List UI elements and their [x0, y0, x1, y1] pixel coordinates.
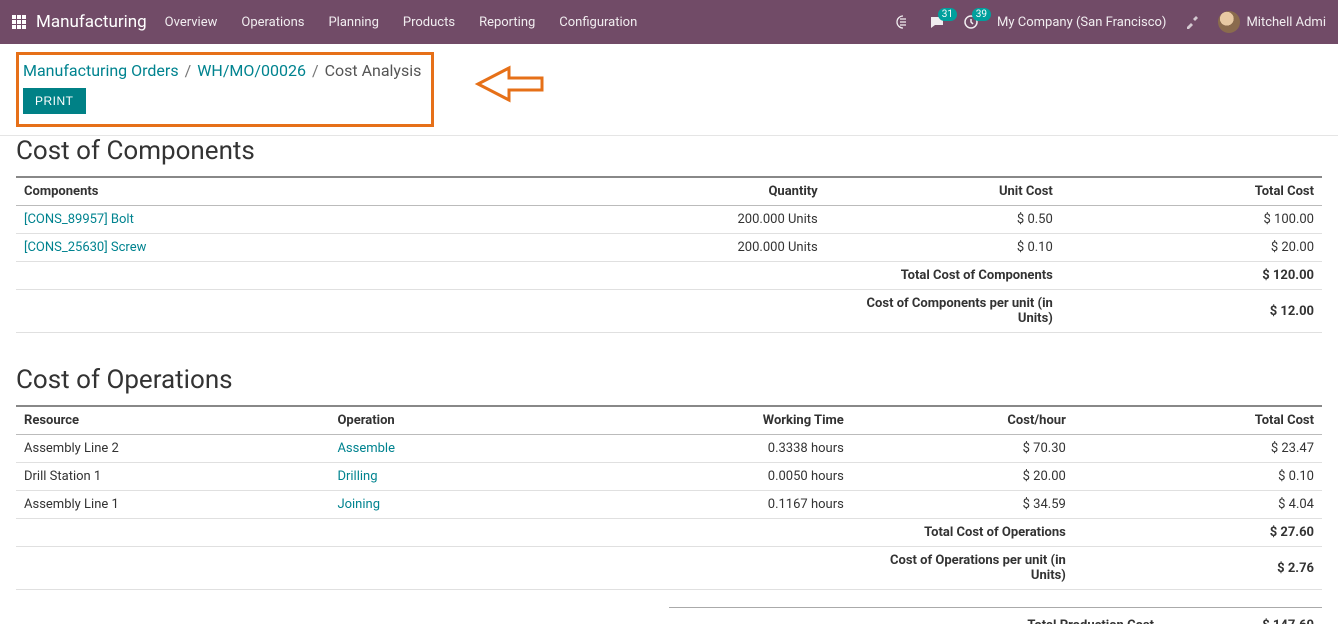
breadcrumb-mo-number[interactable]: WH/MO/00026 — [197, 61, 306, 80]
summary-value: $ 147.60 — [1234, 618, 1314, 624]
table-row: [CONS_25630] Screw 200.000 Units $ 0.10 … — [16, 234, 1322, 262]
breadcrumb-sep: / — [312, 61, 319, 80]
col-components: Components — [16, 177, 538, 206]
menu-operations[interactable]: Operations — [241, 15, 304, 30]
clock-icon[interactable]: 39 — [963, 14, 979, 30]
tools-icon[interactable] — [1184, 14, 1200, 30]
cell-qty: 200.000 Units — [538, 206, 825, 234]
menu-overview[interactable]: Overview — [165, 15, 218, 30]
clock-badge: 39 — [972, 8, 991, 21]
menu-configuration[interactable]: Configuration — [559, 15, 637, 30]
footer-label: Cost of Components per unit (in Units) — [826, 290, 1061, 333]
footer-value: $ 2.76 — [1074, 547, 1322, 590]
col-working-time: Working Time — [591, 406, 852, 435]
cell-time: 0.0050 hours — [591, 463, 852, 491]
cell-rate: $ 70.30 — [852, 435, 1074, 463]
cost-components-title: Cost of Components — [16, 136, 1322, 166]
breadcrumb-manufacturing-orders[interactable]: Manufacturing Orders — [23, 61, 179, 80]
col-cost-hour: Cost/hour — [852, 406, 1074, 435]
table-row: Drill Station 1 Drilling 0.0050 hours $ … — [16, 463, 1322, 491]
col-total-cost: Total Cost — [1061, 177, 1322, 206]
operations-table: Resource Operation Working Time Cost/hou… — [16, 405, 1322, 590]
breadcrumb: Manufacturing Orders / WH/MO/00026 / Cos… — [23, 59, 421, 80]
cell-time: 0.3338 hours — [591, 435, 852, 463]
footer-value: $ 12.00 — [1061, 290, 1322, 333]
footer-label: Cost of Operations per unit (in Units) — [852, 547, 1074, 590]
footer-row: Cost of Components per unit (in Units) $… — [16, 290, 1322, 333]
footer-row: Cost of Operations per unit (in Units) $… — [16, 547, 1322, 590]
cell-total: $ 23.47 — [1074, 435, 1322, 463]
table-row: Assembly Line 1 Joining 0.1167 hours $ 3… — [16, 491, 1322, 519]
print-button[interactable]: PRINT — [23, 88, 86, 114]
cell-unit: $ 0.50 — [826, 206, 1061, 234]
footer-value: $ 120.00 — [1061, 262, 1322, 290]
chat-badge: 31 — [938, 8, 957, 21]
operation-link[interactable]: Joining — [329, 491, 590, 519]
footer-label: Total Cost of Components — [826, 262, 1061, 290]
menu-reporting[interactable]: Reporting — [479, 15, 535, 30]
user-menu[interactable]: Mitchell Admi — [1218, 11, 1326, 33]
table-row: Assembly Line 2 Assemble 0.3338 hours $ … — [16, 435, 1322, 463]
component-link[interactable]: [CONS_25630] Screw — [16, 234, 538, 262]
cell-total: $ 100.00 — [1061, 206, 1322, 234]
topbar: Manufacturing Overview Operations Planni… — [0, 0, 1338, 44]
footer-row: Total Cost of Operations $ 27.60 — [16, 519, 1322, 547]
summary-row: Total Production Cost $ 147.60 — [669, 614, 1322, 624]
main-menu: Overview Operations Planning Products Re… — [165, 15, 638, 30]
cost-operations-title: Cost of Operations — [16, 365, 1322, 395]
component-link[interactable]: [CONS_89957] Bolt — [16, 206, 538, 234]
app-name[interactable]: Manufacturing — [36, 12, 147, 32]
cell-total: $ 20.00 — [1061, 234, 1322, 262]
cell-rate: $ 34.59 — [852, 491, 1074, 519]
col-total-cost: Total Cost — [1074, 406, 1322, 435]
col-resource: Resource — [16, 406, 329, 435]
summary-block: Total Production Cost $ 147.60 Total Cos… — [669, 607, 1322, 624]
col-operation: Operation — [329, 406, 590, 435]
cell-total: $ 0.10 — [1074, 463, 1322, 491]
avatar — [1218, 11, 1240, 33]
cell-resource: Drill Station 1 — [16, 463, 329, 491]
footer-label: Total Cost of Operations — [852, 519, 1074, 547]
breadcrumb-sep: / — [185, 61, 192, 80]
topbar-right: 31 39 My Company (San Francisco) Mitchel… — [895, 11, 1326, 33]
operation-link[interactable]: Assemble — [329, 435, 590, 463]
company-switcher[interactable]: My Company (San Francisco) — [997, 15, 1166, 30]
user-name: Mitchell Admi — [1246, 15, 1326, 30]
cell-resource: Assembly Line 2 — [16, 435, 329, 463]
table-row: [CONS_89957] Bolt 200.000 Units $ 0.50 $… — [16, 206, 1322, 234]
components-table: Components Quantity Unit Cost Total Cost… — [16, 176, 1322, 333]
apps-icon[interactable] — [12, 15, 26, 29]
col-unit-cost: Unit Cost — [826, 177, 1061, 206]
col-quantity: Quantity — [538, 177, 825, 206]
menu-planning[interactable]: Planning — [328, 15, 378, 30]
cell-qty: 200.000 Units — [538, 234, 825, 262]
chat-icon[interactable]: 31 — [929, 14, 945, 30]
footer-row: Total Cost of Components $ 120.00 — [16, 262, 1322, 290]
barcode-icon[interactable] — [895, 14, 911, 30]
cell-time: 0.1167 hours — [591, 491, 852, 519]
summary-label: Total Production Cost — [904, 618, 1154, 624]
breadcrumb-current: Cost Analysis — [325, 61, 422, 80]
cell-rate: $ 20.00 — [852, 463, 1074, 491]
annotation-arrow-icon — [474, 64, 544, 108]
menu-products[interactable]: Products — [403, 15, 455, 30]
operation-link[interactable]: Drilling — [329, 463, 590, 491]
cell-unit: $ 0.10 — [826, 234, 1061, 262]
report-content[interactable]: Cost of Components Components Quantity U… — [0, 116, 1338, 624]
cell-resource: Assembly Line 1 — [16, 491, 329, 519]
cell-total: $ 4.04 — [1074, 491, 1322, 519]
footer-value: $ 27.60 — [1074, 519, 1322, 547]
